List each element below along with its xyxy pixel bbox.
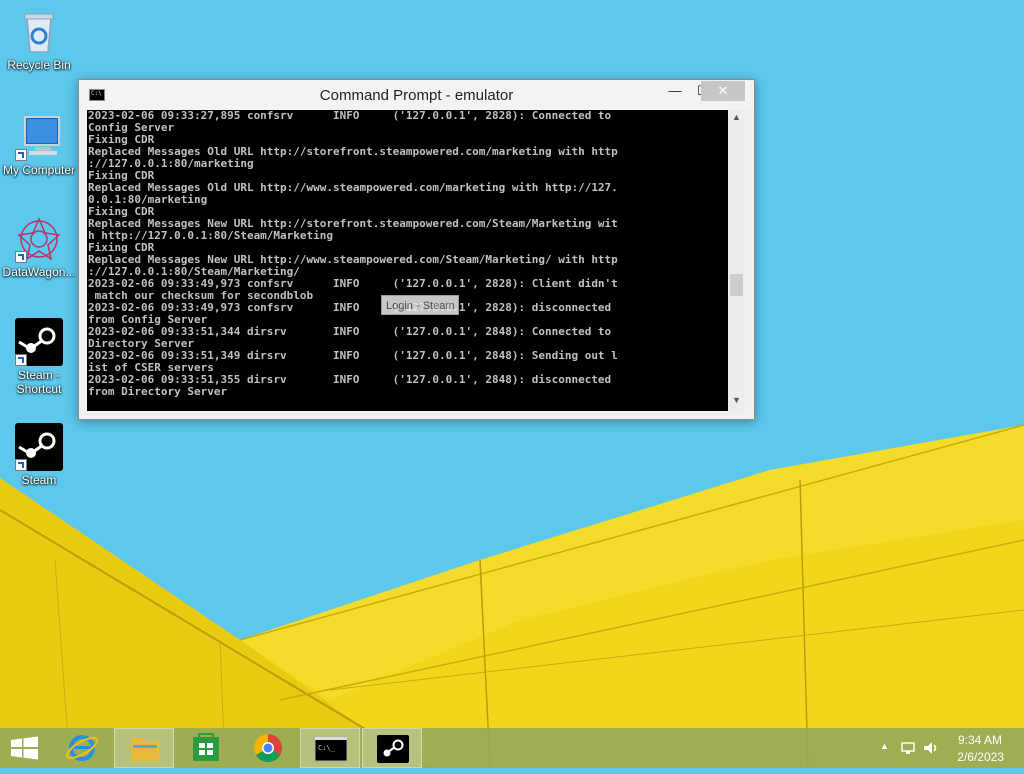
clock-time[interactable]: 9:34 AM	[958, 733, 1002, 747]
taskbar-file-explorer[interactable]	[114, 728, 174, 768]
steam-icon	[377, 735, 409, 763]
desktop-icon-datawagon[interactable]: DataWagon...	[0, 215, 78, 279]
scroll-up-arrow-icon[interactable]: ▲	[728, 112, 745, 126]
command-prompt-window[interactable]: Command Prompt - emulator — ☐ ✕ 2023-02-…	[78, 79, 755, 420]
console-text: 2023-02-06 09:33:27,895 confsrv INFO ('1…	[88, 110, 618, 398]
tooltip: Login - Steam	[381, 295, 460, 315]
taskbar-chrome[interactable]	[238, 728, 298, 768]
window-title: Command Prompt - emulator	[319, 87, 514, 104]
taskbar-internet-explorer[interactable]	[52, 728, 112, 768]
internet-explorer-icon	[65, 735, 99, 761]
scroll-thumb[interactable]	[730, 274, 743, 296]
scroll-down-arrow-icon[interactable]: ▼	[728, 395, 745, 409]
system-tray: ▲ 9:34 AM 2/6/2023	[864, 728, 1024, 768]
start-button[interactable]	[0, 728, 50, 768]
taskbar: C:\_ ▲ 9:34 AM 2/6/2023	[0, 728, 1024, 768]
show-hidden-icons-icon[interactable]: ▲	[880, 741, 889, 751]
desktop-icon-my-computer[interactable]: My Computer	[0, 113, 78, 177]
datawagon-icon	[15, 215, 63, 263]
desktop-icon-label: Steam	[21, 473, 57, 487]
shortcut-arrow-icon	[15, 459, 27, 471]
desktop-icon-label: Steam - Shortcut	[16, 368, 62, 396]
svg-text:C:\_: C:\_	[318, 744, 336, 752]
vertical-scrollbar[interactable]: ▲ ▼	[728, 110, 745, 411]
taskbar-store[interactable]	[176, 728, 236, 768]
store-icon	[193, 733, 219, 761]
chrome-icon	[254, 734, 282, 762]
minimize-button[interactable]: —	[661, 81, 689, 101]
console-output[interactable]: 2023-02-06 09:33:27,895 confsrv INFO ('1…	[87, 110, 728, 411]
command-prompt-icon: C:\_	[314, 736, 348, 762]
volume-icon[interactable]	[922, 740, 940, 756]
shortcut-arrow-icon	[15, 354, 27, 366]
steam-icon	[15, 423, 63, 471]
network-icon[interactable]	[900, 740, 916, 756]
desktop-icon-recycle-bin[interactable]: Recycle Bin	[0, 8, 78, 72]
taskbar-command-prompt[interactable]: C:\_	[300, 728, 360, 768]
desktop-icon-label: Recycle Bin	[7, 58, 71, 72]
windows-start-icon	[11, 736, 38, 760]
steam-icon	[15, 318, 63, 366]
close-button[interactable]: ✕	[701, 81, 745, 101]
desktop-icon-label: DataWagon...	[2, 265, 76, 279]
desktop-icon-steam[interactable]: Steam	[0, 423, 78, 487]
clock-date[interactable]: 2/6/2023	[957, 750, 1004, 764]
shortcut-arrow-icon	[15, 251, 27, 263]
desktop-icon-steam-shortcut[interactable]: Steam - Shortcut	[0, 318, 78, 396]
shortcut-arrow-icon	[15, 149, 27, 161]
window-titlebar[interactable]: Command Prompt - emulator — ☐ ✕	[79, 80, 754, 110]
recycle-bin-icon	[15, 8, 63, 56]
file-explorer-icon	[131, 738, 159, 761]
desktop-icon-label: My Computer	[2, 163, 76, 177]
taskbar-steam[interactable]	[362, 728, 422, 768]
computer-icon	[15, 113, 63, 161]
